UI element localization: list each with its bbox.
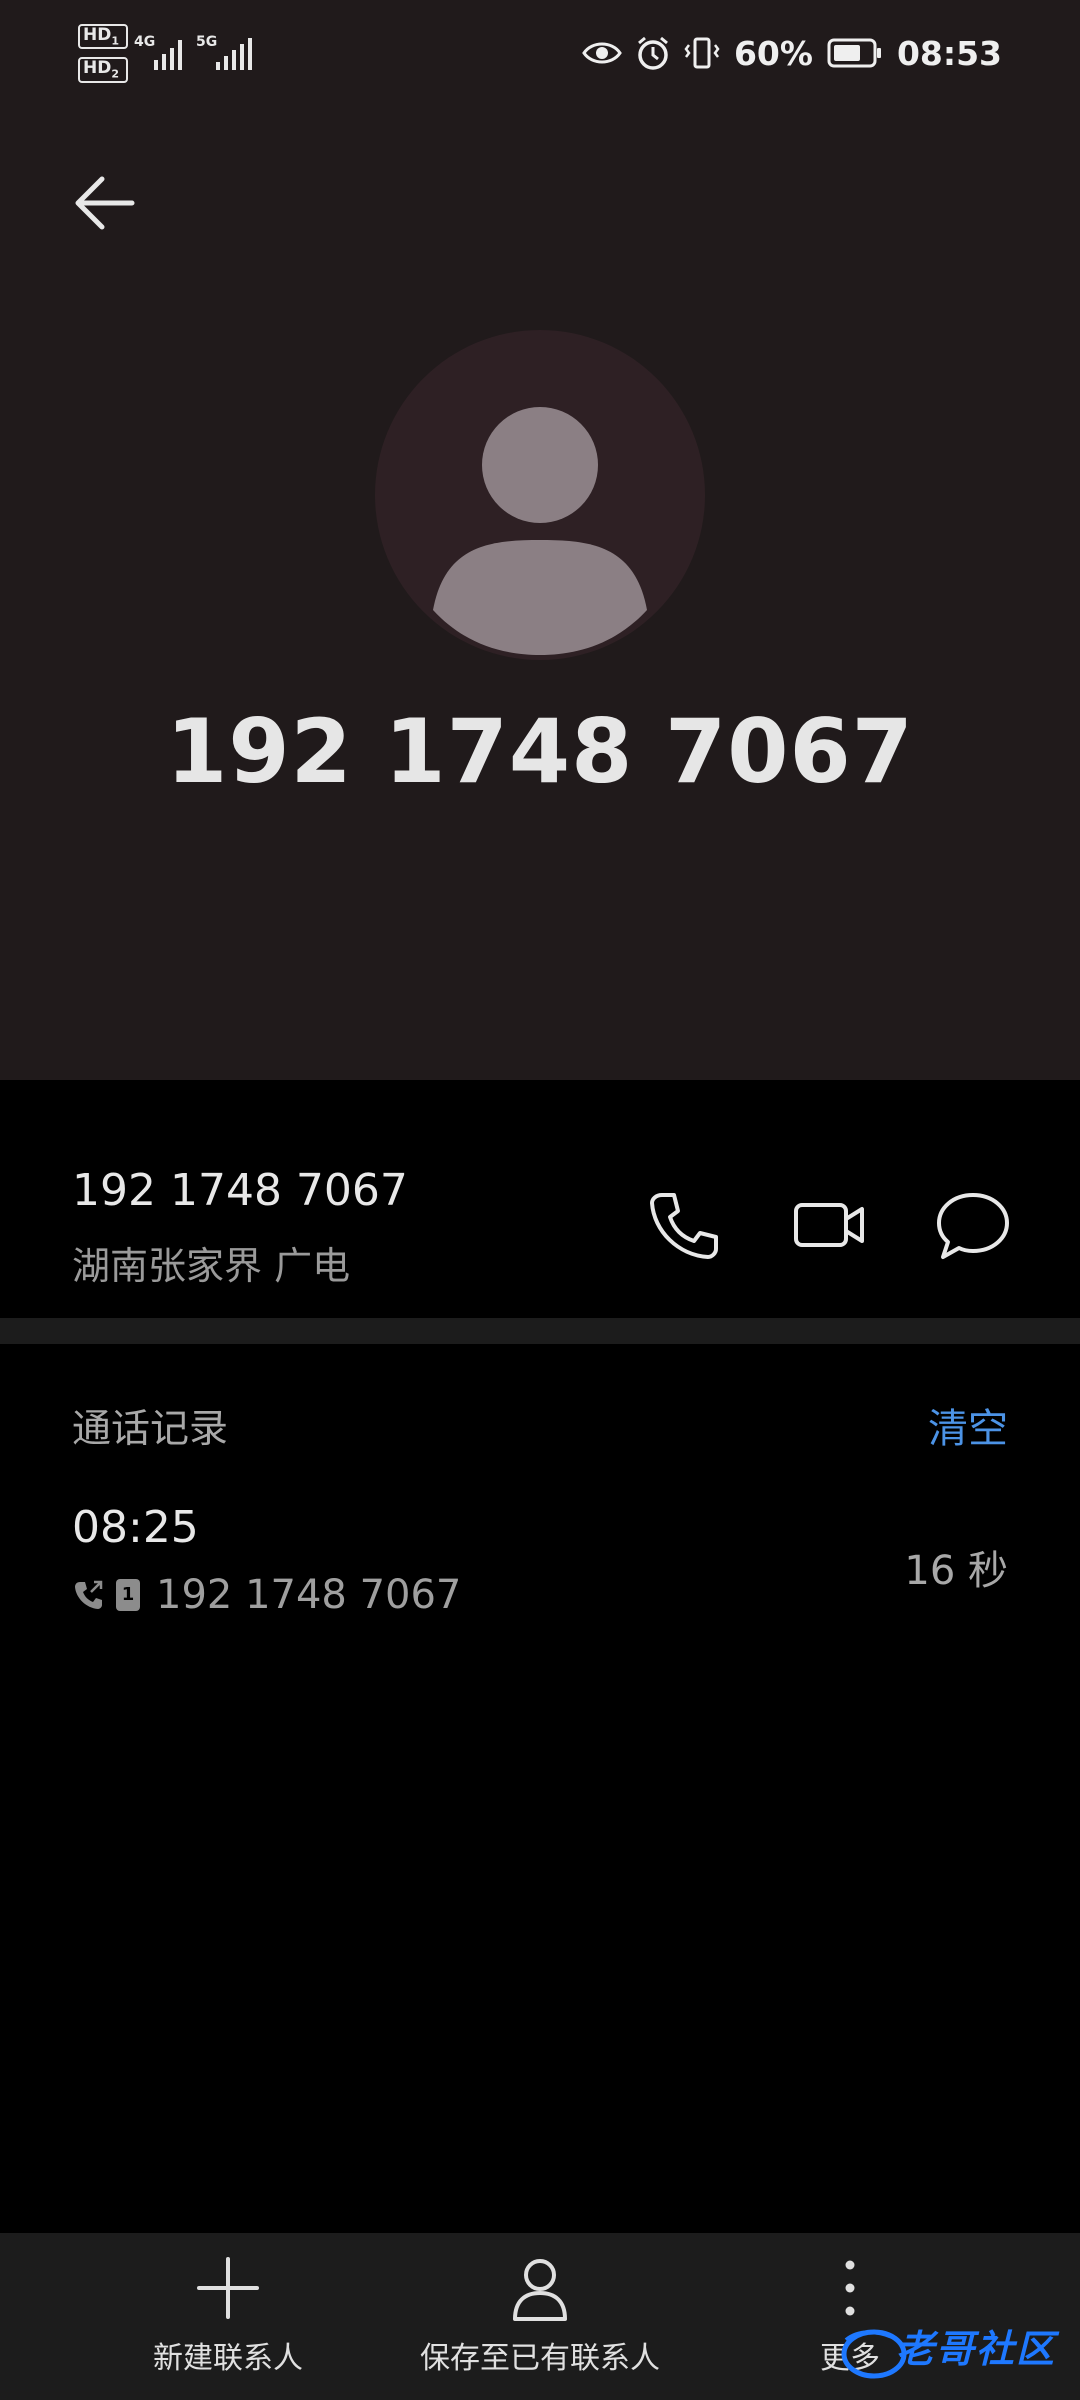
watermark-text: 老哥社区 <box>896 2327 1057 2371</box>
message-icon[interactable] <box>933 1185 1013 1265</box>
eye-icon <box>582 42 622 64</box>
plus-icon <box>197 2257 259 2319</box>
call-number: 192 1748 7067 <box>156 1572 462 1618</box>
new-contact-label: 新建联系人 <box>153 2341 303 2376</box>
number-location: 湖南张家界 广电 <box>72 1244 351 1288</box>
contact-number-title: 192 1748 7067 <box>166 700 914 803</box>
person-icon <box>433 407 647 655</box>
hd2-text: HD <box>83 58 112 79</box>
signal-icon-2 <box>216 38 252 70</box>
back-arrow-icon[interactable] <box>70 168 140 238</box>
call-duration: 16 秒 <box>904 1548 1008 1594</box>
avatar <box>375 330 705 660</box>
clock: 08:53 <box>896 33 1002 73</box>
new-contact-button[interactable]: 新建联系人 <box>148 2253 308 2377</box>
vibrate-icon <box>684 37 720 69</box>
contact-info: 192 1748 7067 湖南张家界 广电 <box>0 1080 1080 1318</box>
hd1-sub: 1 <box>111 34 119 48</box>
outgoing-call-icon <box>75 1580 103 1609</box>
alarm-icon <box>637 36 668 70</box>
hd2-sub: 2 <box>111 67 119 81</box>
person-outline-icon <box>513 2259 567 2321</box>
info-number[interactable]: 192 1748 7067 <box>72 1165 408 1216</box>
battery-percent: 60% <box>733 33 813 73</box>
hd-indicators: HD1 HD2 <box>78 24 128 91</box>
call-log-title: 通话记录 <box>72 1407 229 1452</box>
call-details: 1 192 1748 7067 <box>72 1570 461 1620</box>
battery-icon <box>827 38 881 68</box>
save-to-existing-button[interactable]: 保存至已有联系人 <box>418 2253 662 2377</box>
sim-card-icon: 1 <box>116 1579 140 1611</box>
signal-icon-1 <box>154 40 182 70</box>
watermark-logo: 老哥社区 <box>838 2310 1068 2390</box>
video-call-icon[interactable] <box>790 1185 870 1265</box>
status-bar: HD1 HD2 4G 5G 60% 08:53 <box>0 0 1080 110</box>
hd2-badge: HD2 <box>78 57 128 83</box>
status-right: 60% 08:53 <box>582 30 1002 76</box>
clear-button[interactable]: 清空 <box>928 1396 1008 1454</box>
hd1-text: HD <box>83 25 112 45</box>
call-time: 08:25 <box>72 1502 199 1553</box>
save-to-existing-label: 保存至已有联系人 <box>420 2341 660 2376</box>
hd1-badge: HD1 <box>78 24 128 50</box>
phone-icon[interactable] <box>644 1185 724 1265</box>
section-divider <box>0 1318 1080 1344</box>
